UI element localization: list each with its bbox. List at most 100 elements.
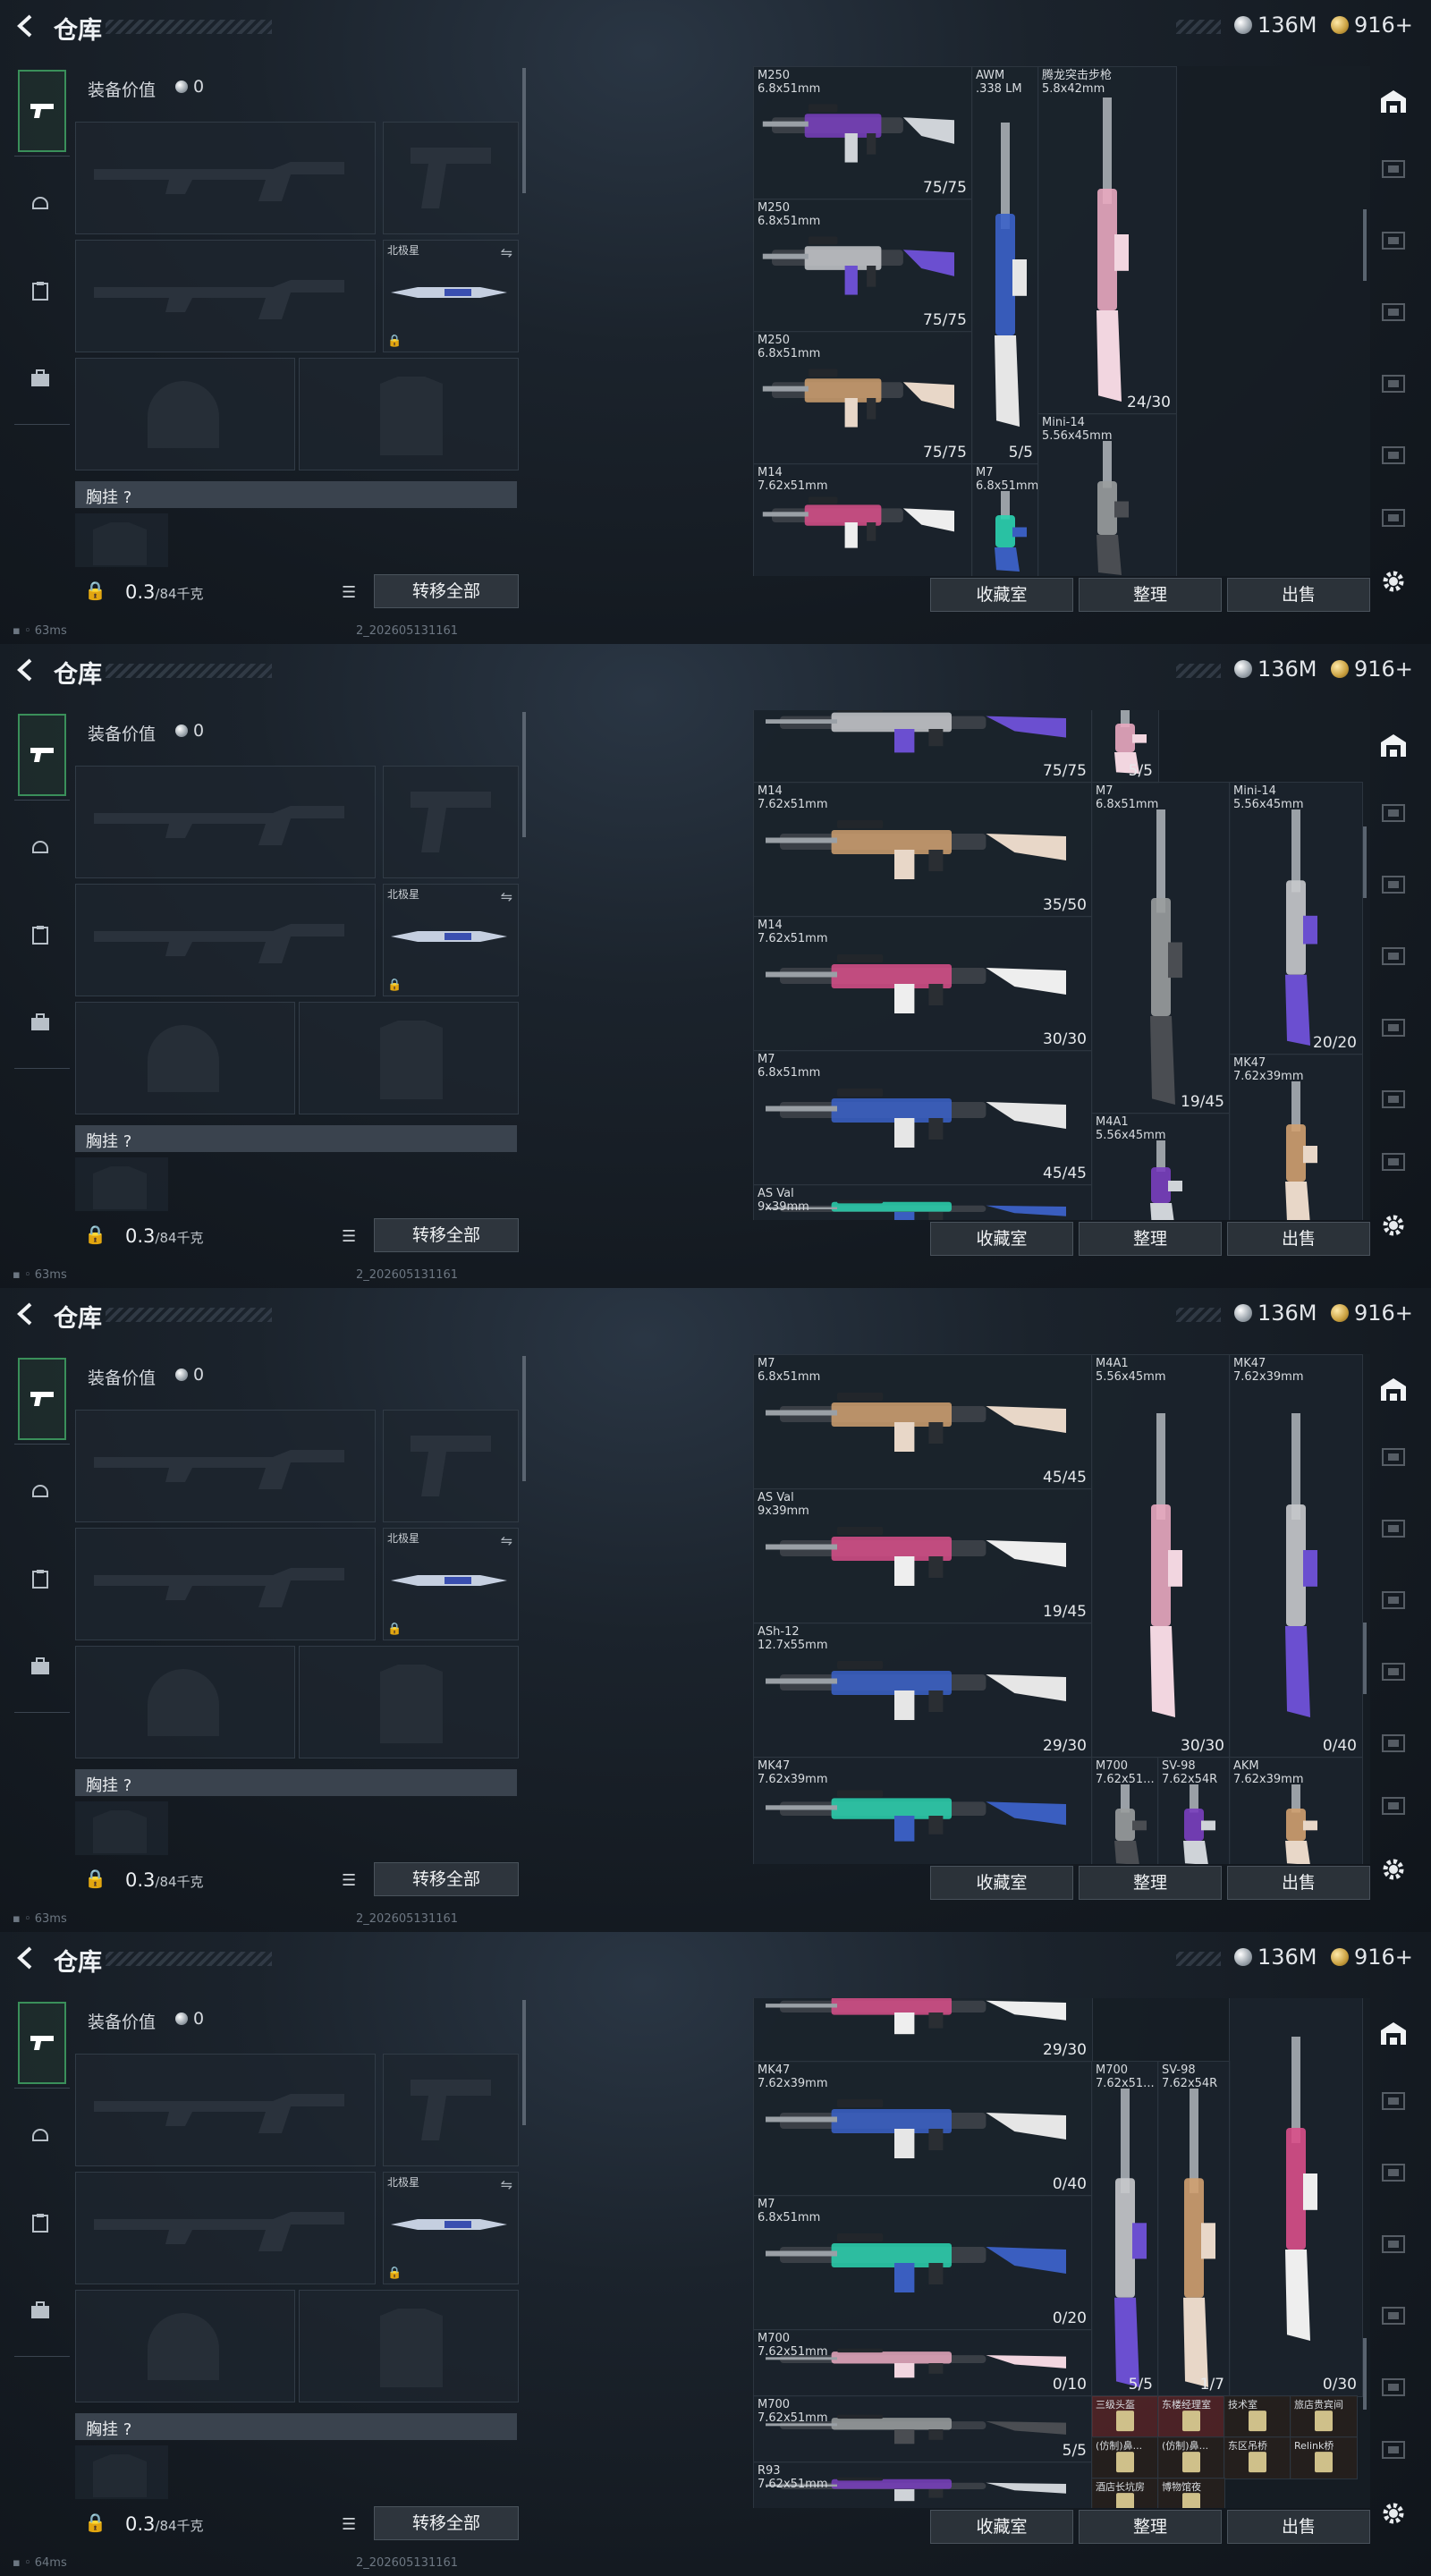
weapon-item[interactable]: AKM 7.62x39mm <box>1229 1757 1363 1864</box>
chest-rig-header[interactable]: 胸挂 ? <box>75 1769 517 1796</box>
lock-icon[interactable]: 🔒 <box>84 1868 106 1889</box>
key-item[interactable]: (仿制)鼻... <box>1091 2436 1159 2479</box>
sell-button[interactable]: 出售 <box>1227 2510 1370 2544</box>
helmet-slot[interactable] <box>75 2290 295 2402</box>
chest-rig-slot[interactable] <box>75 2445 168 2499</box>
lock-icon[interactable]: 🔒 <box>84 2512 106 2533</box>
container-icon[interactable] <box>1377 438 1410 470</box>
sell-button[interactable]: 出售 <box>1227 578 1370 612</box>
sell-button[interactable]: 出售 <box>1227 1866 1370 1900</box>
container-icon[interactable] <box>1377 1082 1410 1114</box>
weapon-item[interactable]: Mini-14 5.56x45mm 20/20 <box>1229 782 1363 1055</box>
lock-icon[interactable]: 🔒 <box>84 1224 106 1245</box>
nav-armor-tab[interactable] <box>18 825 63 869</box>
weapon-item[interactable]: M14 7.62x51mm <box>753 463 973 576</box>
weapon-item[interactable]: M700 7.62x51... 5/5 <box>1091 2061 1159 2397</box>
container-icon[interactable] <box>1377 1583 1410 1615</box>
container-icon[interactable] <box>1377 2299 1410 2331</box>
weapon-item[interactable]: ASh-12 12.7x55mm 29/30 <box>753 1623 1093 1758</box>
sort-button[interactable]: 整理 <box>1079 1866 1222 1900</box>
gold-currency[interactable]: 916+ <box>1331 13 1413 38</box>
container-icon[interactable] <box>1377 501 1410 533</box>
back-arrow-icon[interactable] <box>13 657 39 683</box>
primary-weapon-slot[interactable] <box>75 766 376 878</box>
armor-slot[interactable] <box>299 1002 519 1114</box>
nav-backpack-tab[interactable] <box>18 1644 63 1689</box>
chest-rig-slot[interactable] <box>75 513 168 567</box>
weapon-item[interactable]: SV-98 7.62x54R <box>1157 1757 1231 1864</box>
lock-icon[interactable]: 🔒 <box>84 580 106 601</box>
key-item[interactable]: 博物馆夜 <box>1157 2478 1225 2508</box>
weapon-item[interactable]: M4A1 5.56x45mm 30/30 <box>1091 1354 1231 1758</box>
swap-icon[interactable]: ⇋ <box>501 888 512 905</box>
container-icon[interactable] <box>1377 1655 1410 1687</box>
warehouse-icon[interactable] <box>1377 1374 1410 1406</box>
collection-button[interactable]: 收藏室 <box>930 578 1073 612</box>
nav-weapons-tab[interactable] <box>18 1358 66 1440</box>
loadout-scrollbar[interactable] <box>522 2000 526 2125</box>
grid-scrollbar[interactable] <box>1363 209 1367 281</box>
nav-medical-tab[interactable] <box>18 912 63 957</box>
primary-weapon-slot[interactable] <box>75 122 376 234</box>
chest-rig-header[interactable]: 胸挂 ? <box>75 2413 517 2440</box>
container-icon[interactable] <box>1377 1011 1410 1043</box>
weapon-item[interactable]: MK47 7.62x39mm <box>753 1757 1093 1864</box>
weapon-item[interactable]: M700 7.62x51mm 0/10 <box>753 2329 1093 2397</box>
nav-backpack-tab[interactable] <box>18 2288 63 2333</box>
chest-rig-slot[interactable] <box>75 1801 168 1855</box>
pistol-slot[interactable] <box>383 2054 519 2166</box>
weapon-item[interactable]: M7 6.8x51mm 45/45 <box>753 1050 1093 1186</box>
gear-icon[interactable] <box>1379 567 1408 596</box>
warehouse-icon[interactable] <box>1377 2018 1410 2050</box>
gold-currency[interactable]: 916+ <box>1331 657 1413 682</box>
weapon-item[interactable]: MK47 7.62x39mm <box>1229 1054 1363 1220</box>
transfer-all-button[interactable]: 转移全部 <box>374 1862 519 1896</box>
transfer-all-button[interactable]: 转移全部 <box>374 574 519 608</box>
container-icon[interactable] <box>1377 152 1410 184</box>
weapon-item[interactable]: M4A1 5.56x45mm <box>1091 1113 1231 1220</box>
weapon-item[interactable]: Mini-14 5.56x45mm <box>1037 413 1177 576</box>
grid-scrollbar[interactable] <box>1363 1623 1367 1694</box>
weapon-item[interactable]: SV-98 7.62x54R 1/7 <box>1157 2061 1231 2397</box>
weapon-item[interactable]: 75/75 <box>753 710 1093 784</box>
back-arrow-icon[interactable] <box>13 1301 39 1327</box>
nav-weapons-tab[interactable] <box>18 70 66 152</box>
container-icon[interactable] <box>1377 1789 1410 1821</box>
helmet-slot[interactable] <box>75 1002 295 1114</box>
list-icon[interactable]: ☰ <box>342 583 356 602</box>
chest-rig-header[interactable]: 胸挂 ? <box>75 481 517 508</box>
sort-button[interactable]: 整理 <box>1079 2510 1222 2544</box>
nav-weapons-tab[interactable] <box>18 714 66 796</box>
armor-slot[interactable] <box>299 358 519 470</box>
transfer-all-button[interactable]: 转移全部 <box>374 1218 519 1252</box>
loadout-scrollbar[interactable] <box>522 1356 526 1481</box>
armor-slot[interactable] <box>299 1646 519 1758</box>
back-arrow-icon[interactable] <box>13 1945 39 1971</box>
grid-scrollbar[interactable] <box>1363 2338 1367 2410</box>
melee-slot[interactable]: 北极星 ⇋ 🔒 <box>383 2172 519 2284</box>
list-icon[interactable]: ☰ <box>342 2515 356 2534</box>
gold-currency[interactable]: 916+ <box>1331 1301 1413 1326</box>
weapon-item[interactable]: AS Val 9x39mm <box>753 1184 1093 1220</box>
pistol-slot[interactable] <box>383 1410 519 1522</box>
weapon-item[interactable]: M14 7.62x51mm 35/50 <box>753 782 1093 918</box>
container-icon[interactable] <box>1377 796 1410 828</box>
key-item[interactable]: 东楼经理室 <box>1157 2395 1225 2438</box>
key-item[interactable]: (仿制)鼻... <box>1157 2436 1225 2479</box>
container-icon[interactable] <box>1377 2227 1410 2259</box>
weapon-item[interactable]: MK47 7.62x39mm 0/40 <box>753 2061 1093 2197</box>
container-icon[interactable] <box>1377 1726 1410 1758</box>
weapon-item[interactable]: M7 6.8x51mm 19/45 <box>1091 782 1231 1114</box>
weapon-item[interactable]: M7 6.8x51mm 0/20 <box>753 2195 1093 2331</box>
key-item[interactable]: 三级头盔 <box>1091 2395 1159 2438</box>
container-icon[interactable] <box>1377 1440 1410 1472</box>
pistol-slot[interactable] <box>383 766 519 878</box>
nav-armor-tab[interactable] <box>18 2113 63 2157</box>
collection-button[interactable]: 收藏室 <box>930 1866 1073 1900</box>
nav-medical-tab[interactable] <box>18 2200 63 2245</box>
nav-armor-tab[interactable] <box>18 1469 63 1513</box>
gear-icon[interactable] <box>1379 1211 1408 1240</box>
nav-medical-tab[interactable] <box>18 268 63 313</box>
loadout-scrollbar[interactable] <box>522 712 526 837</box>
weapon-item[interactable]: AKM 7.62x39mm 0/30 <box>1229 1998 1363 2397</box>
